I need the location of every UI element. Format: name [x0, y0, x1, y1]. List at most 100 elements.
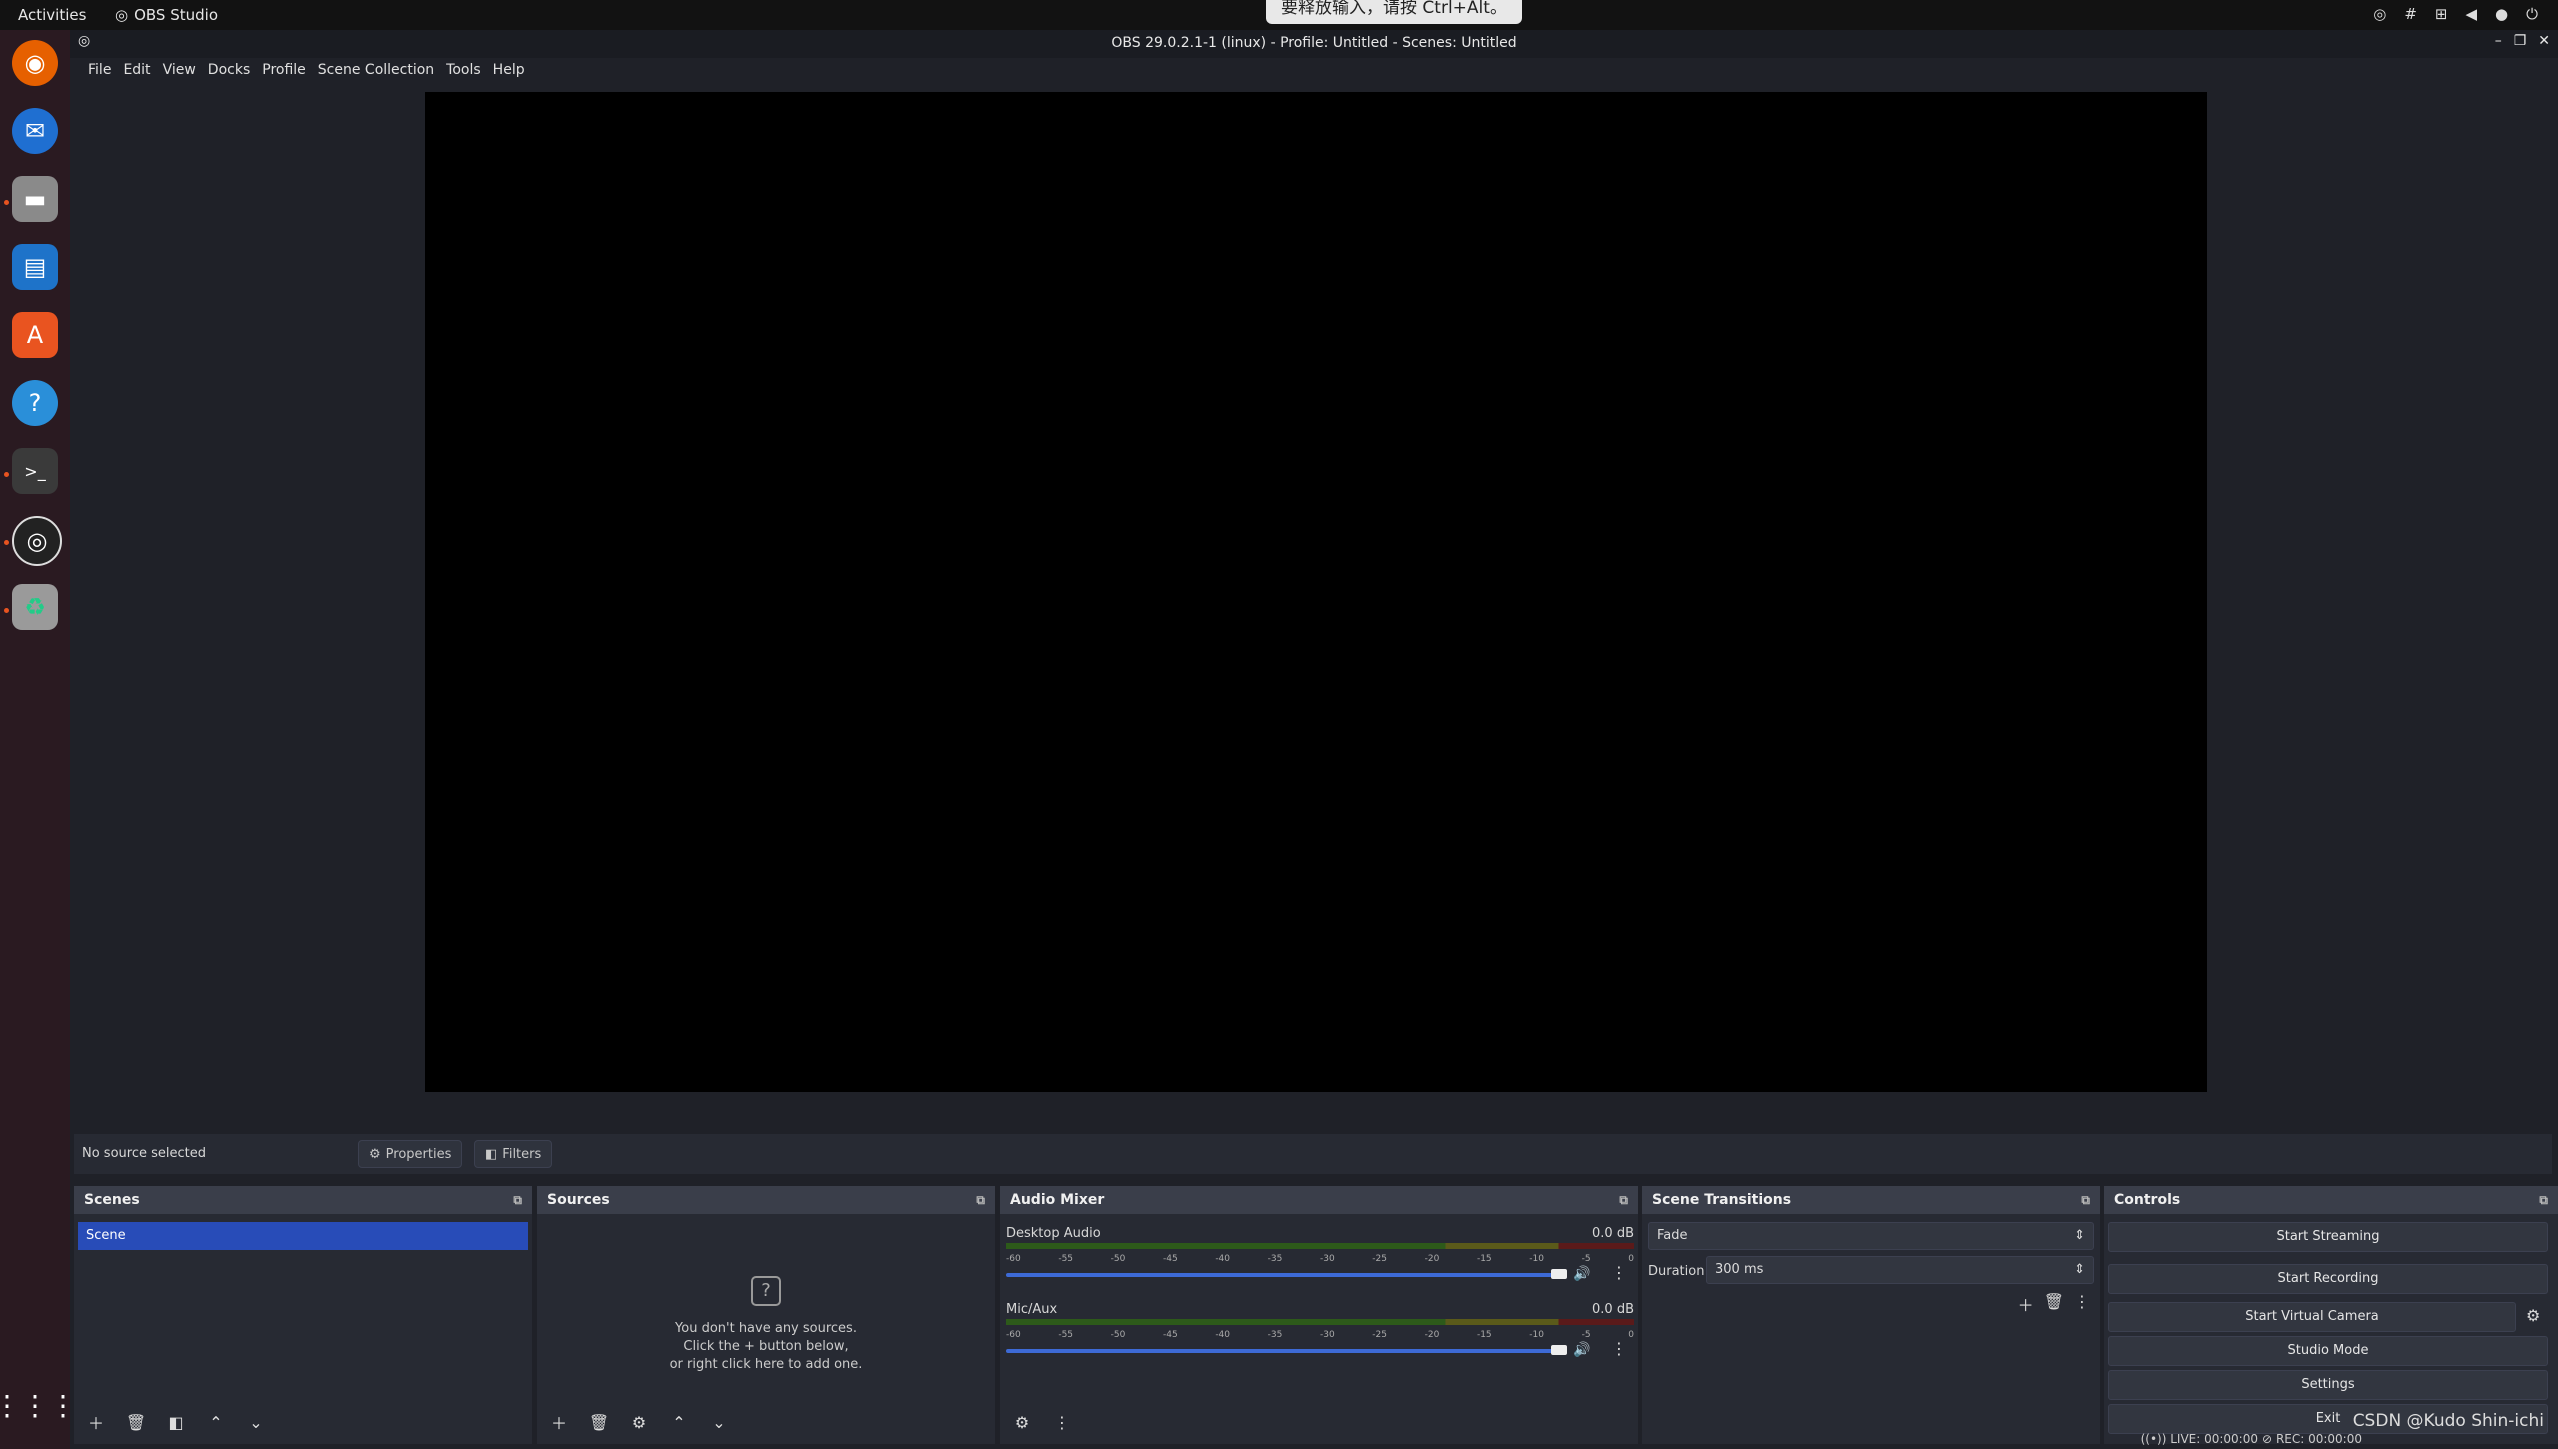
- meter-tick-label: -20: [1424, 1330, 1440, 1340]
- volume-slider[interactable]: [1006, 1349, 1561, 1353]
- add-transition-button[interactable]: ＋: [2018, 1292, 2034, 1316]
- transition-select[interactable]: Fade ⇕: [1648, 1222, 2094, 1250]
- studio-mode-button[interactable]: Studio Mode: [2108, 1336, 2548, 1366]
- system-tray[interactable]: ◎ # ⊞ ◀ ● ⏻: [2373, 5, 2538, 23]
- empty-line-3: or right click here to add one.: [669, 1357, 863, 1372]
- meter-tick-label: -55: [1058, 1330, 1074, 1340]
- input-method-icon[interactable]: #: [2404, 5, 2417, 23]
- transition-menu-icon[interactable]: ⋮: [2074, 1292, 2090, 1316]
- writer-icon[interactable]: ▤: [12, 244, 58, 290]
- obs-tray-icon[interactable]: ◎: [2373, 5, 2386, 23]
- menu-tools[interactable]: Tools: [440, 58, 487, 84]
- scene-transitions-dock: Scene Transitions ⧉ Fade ⇕ Duration 300 ms…: [1642, 1186, 2100, 1444]
- obs-window: ◎ OBS 29.0.2.1-1 (linux) - Profile: Unti…: [70, 30, 2558, 1449]
- no-source-label: No source selected: [82, 1146, 206, 1161]
- channel-menu-icon[interactable]: ⋮: [1611, 1339, 1627, 1358]
- controls-title: Controls: [2114, 1192, 2181, 1208]
- filters-label: Filters: [502, 1146, 542, 1162]
- meter-tick-label: -50: [1110, 1254, 1126, 1264]
- channel-db: 0.0 dB: [1592, 1226, 1634, 1241]
- activities-button[interactable]: Activities: [18, 6, 86, 24]
- meter-tick-label: -45: [1162, 1254, 1178, 1264]
- source-context-bar: No source selected ⚙ Properties ◧ Filters: [74, 1134, 2552, 1174]
- show-apps-icon[interactable]: ⋮⋮⋮: [0, 1382, 77, 1428]
- release-input-toast: 要释放输入，请按 Ctrl+Alt。: [1266, 0, 1522, 24]
- menu-help[interactable]: Help: [487, 58, 531, 84]
- meter-ticks: -60 -55 -50 -45 -40 -35 -30 -25 -20 -15 -10 -5 0: [1006, 1254, 1634, 1266]
- meter-tick-label: -30: [1319, 1330, 1335, 1340]
- running-indicator: [4, 540, 9, 545]
- sources-empty-state[interactable]: ? You don't have any sources. Click the …: [537, 1276, 995, 1374]
- thunderbird-icon[interactable]: ✉: [12, 108, 58, 154]
- volume-slider[interactable]: [1006, 1273, 1561, 1277]
- meter-tick-label: -50: [1110, 1330, 1126, 1340]
- status-bar: ((•)) LIVE: 00:00:00 ⊘ REC: 00:00:00: [70, 1428, 2558, 1449]
- undock-icon[interactable]: ⧉: [976, 1193, 985, 1208]
- channel-db: 0.0 dB: [1592, 1302, 1634, 1317]
- live-time: LIVE: 00:00:00: [2170, 1432, 2258, 1446]
- meter-tick-label: -15: [1476, 1254, 1492, 1264]
- mute-speaker-icon[interactable]: 🔊: [1573, 1342, 1590, 1358]
- scenes-title: Scenes: [84, 1192, 140, 1208]
- maximize-icon[interactable]: ❐: [2514, 33, 2527, 49]
- undock-icon[interactable]: ⧉: [2081, 1193, 2090, 1208]
- undock-icon[interactable]: ⧉: [513, 1193, 522, 1208]
- channel-name: Mic/Aux: [1006, 1302, 1058, 1317]
- volume-slider-handle[interactable]: [1551, 1269, 1567, 1279]
- power-icon[interactable]: ⏻: [2526, 5, 2538, 23]
- start-recording-button[interactable]: Start Recording: [2108, 1264, 2548, 1294]
- trash-icon[interactable]: ♻: [12, 584, 58, 630]
- filter-icon: ◧: [485, 1146, 498, 1162]
- obs-dock-icon[interactable]: ◎: [12, 516, 62, 566]
- menu-edit[interactable]: Edit: [117, 58, 156, 84]
- spin-icon[interactable]: ⇕: [2074, 1257, 2085, 1283]
- filters-button[interactable]: ◧ Filters: [474, 1140, 553, 1168]
- network-icon[interactable]: ⊞: [2435, 5, 2448, 23]
- controls-dock: Controls ⧉ Start Streaming Start Recordin…: [2104, 1186, 2558, 1444]
- mute-speaker-icon[interactable]: 🔊: [1573, 1266, 1590, 1282]
- volume-slider-handle[interactable]: [1551, 1345, 1567, 1355]
- app-indicator-label: OBS Studio: [134, 6, 218, 24]
- menu-profile[interactable]: Profile: [256, 58, 312, 84]
- help-icon[interactable]: ?: [12, 380, 58, 426]
- volume-icon[interactable]: ◀: [2465, 5, 2477, 23]
- menu-file[interactable]: File: [82, 58, 117, 84]
- firefox-icon[interactable]: ◉: [12, 40, 58, 86]
- settings-button[interactable]: Settings: [2108, 1370, 2548, 1400]
- preview-canvas[interactable]: [425, 92, 2207, 1092]
- start-streaming-button[interactable]: Start Streaming: [2108, 1222, 2548, 1252]
- properties-button[interactable]: ⚙ Properties: [358, 1140, 463, 1168]
- menu-docks[interactable]: Docks: [202, 58, 256, 84]
- gear-icon: ⚙: [369, 1146, 381, 1162]
- meter-tick-label: -35: [1267, 1330, 1283, 1340]
- scene-item[interactable]: Scene: [78, 1222, 528, 1250]
- minimize-icon[interactable]: –: [2495, 33, 2502, 49]
- duration-label: Duration: [1648, 1264, 1705, 1279]
- undock-icon[interactable]: ⧉: [2539, 1193, 2548, 1208]
- virtual-camera-settings-icon[interactable]: ⚙: [2526, 1306, 2540, 1325]
- files-icon[interactable]: ▬: [12, 176, 58, 222]
- channel-menu-icon[interactable]: ⋮: [1611, 1263, 1627, 1282]
- undock-icon[interactable]: ⧉: [1619, 1193, 1628, 1208]
- menu-scene-collection[interactable]: Scene Collection: [312, 58, 440, 84]
- running-indicator: [4, 472, 9, 477]
- meter-tick-label: -10: [1529, 1330, 1544, 1340]
- microphone-icon[interactable]: ●: [2495, 5, 2508, 23]
- duration-spinbox[interactable]: 300 ms ⇕: [1706, 1256, 2094, 1284]
- menu-view[interactable]: View: [157, 58, 202, 84]
- obs-icon: ◎: [115, 6, 129, 24]
- terminal-icon[interactable]: >_: [12, 448, 58, 494]
- scene-transitions-title: Scene Transitions: [1652, 1192, 1792, 1208]
- remove-transition-button[interactable]: 🗑: [2044, 1292, 2064, 1316]
- software-store-icon[interactable]: A: [12, 312, 58, 358]
- close-icon[interactable]: ✕: [2538, 33, 2550, 49]
- start-virtual-camera-button[interactable]: Start Virtual Camera: [2108, 1302, 2516, 1332]
- window-titlebar: ◎ OBS 29.0.2.1-1 (linux) - Profile: Unti…: [70, 30, 2558, 58]
- meter-tick-label: -30: [1319, 1254, 1335, 1264]
- duration-value: 300 ms: [1715, 1262, 1764, 1277]
- rec-time: REC: 00:00:00: [2275, 1432, 2362, 1446]
- meter-tick-label: -15: [1476, 1330, 1492, 1340]
- app-indicator[interactable]: ◎ OBS Studio: [115, 6, 218, 24]
- meter-tick-label: -45: [1162, 1330, 1178, 1340]
- meter-tick-label: 0: [1628, 1330, 1634, 1340]
